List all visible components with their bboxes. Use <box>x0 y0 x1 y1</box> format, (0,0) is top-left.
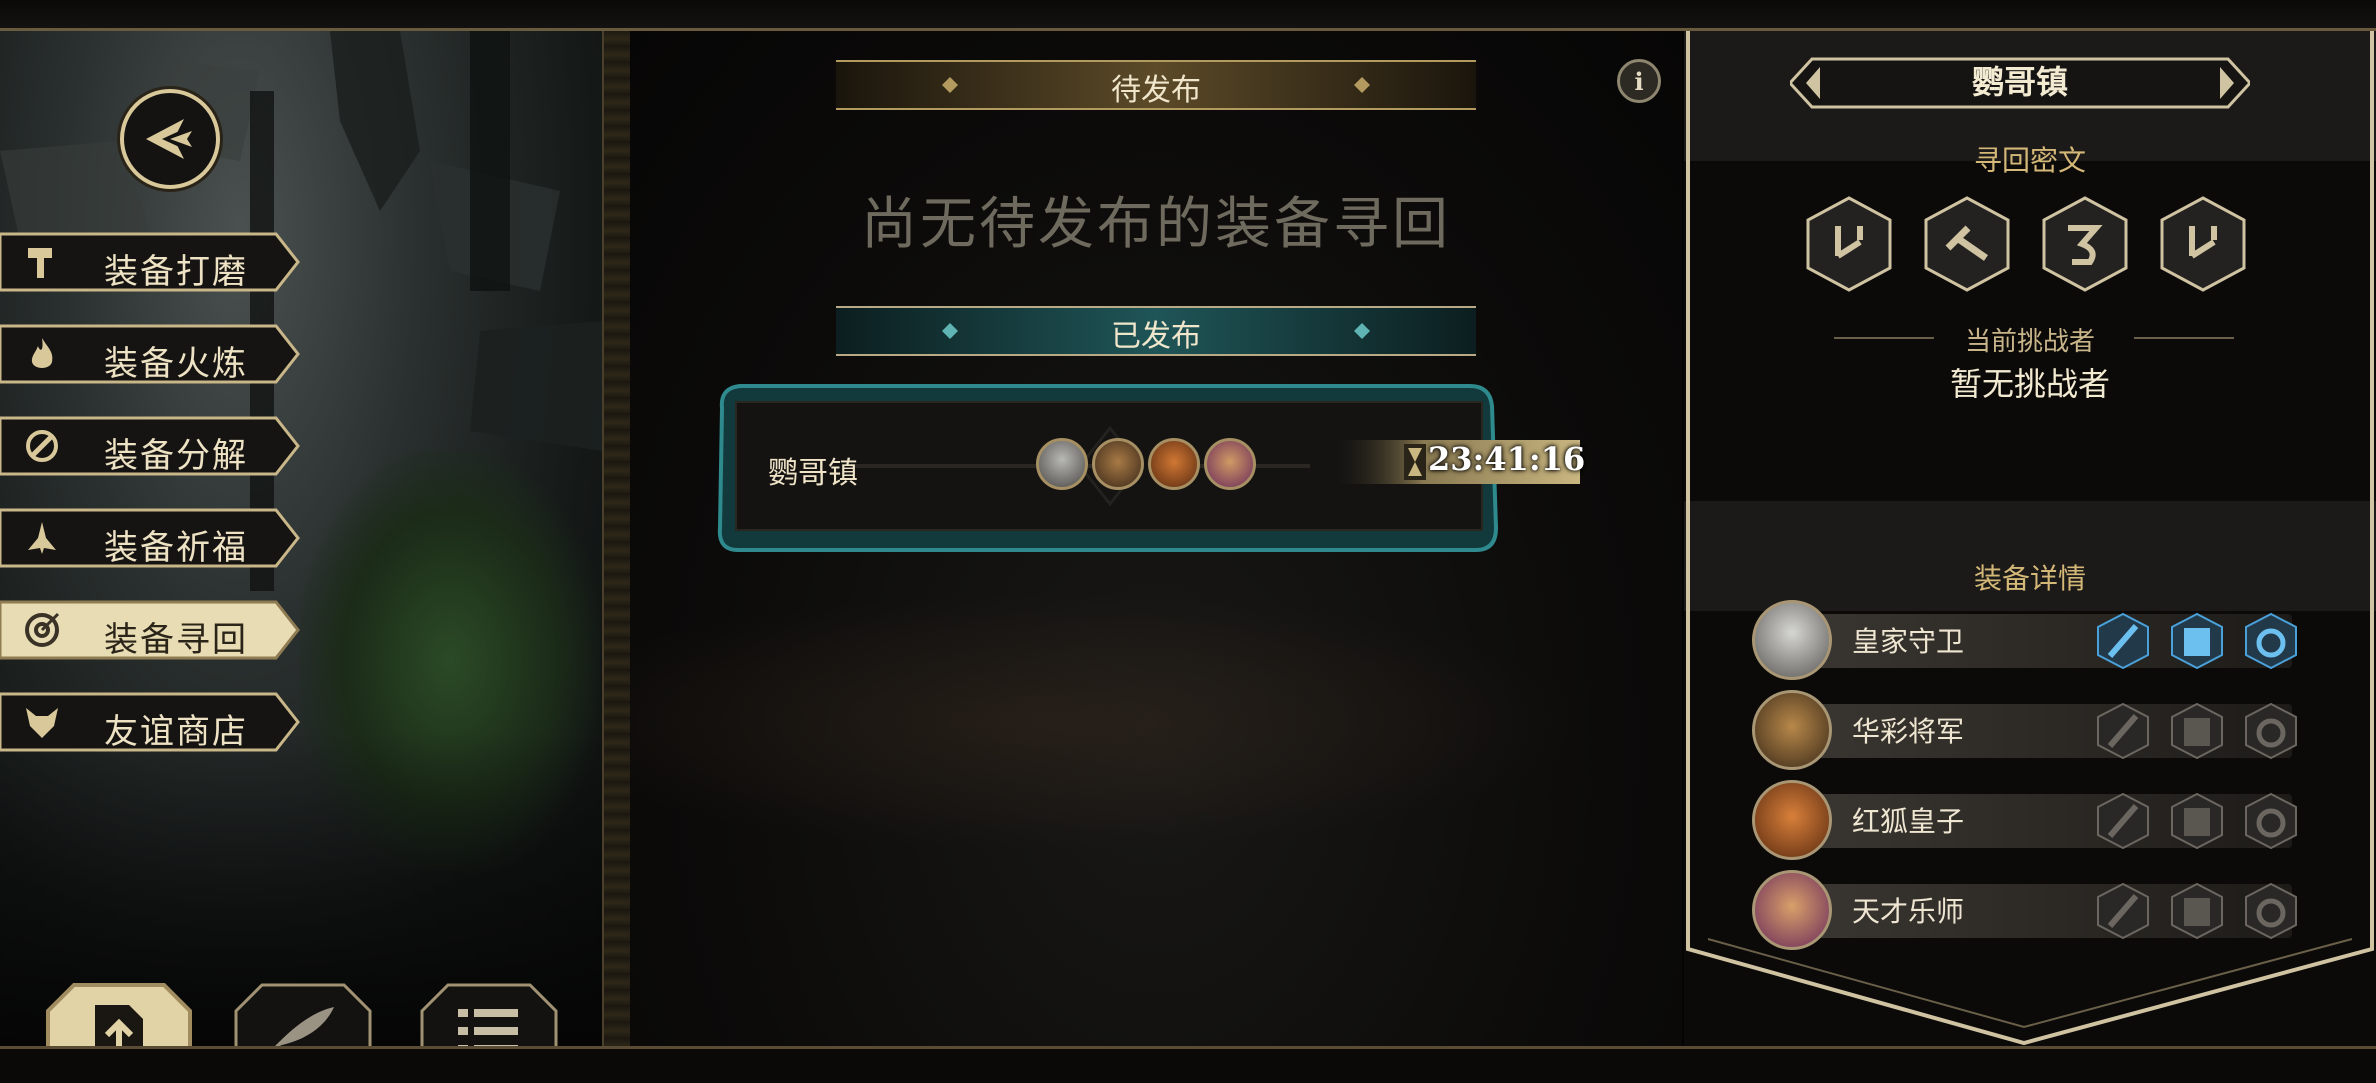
challenger-value: 暂无挑战者 <box>1949 365 2110 403</box>
published-quest-card[interactable]: 鹦哥镇 23:41:16 <box>710 378 1585 562</box>
tab-publish[interactable] <box>44 981 192 1046</box>
menu-label: 友谊商店 <box>104 712 248 752</box>
ring-slot-icon[interactable] <box>2244 612 2298 670</box>
hourglass-icon <box>1404 444 1426 480</box>
rune-3-icon <box>2042 196 2128 292</box>
sword-slot-icon[interactable] <box>2096 792 2150 850</box>
menu-item-disassemble[interactable]: 装备分解 <box>0 416 300 476</box>
menu-item-shop[interactable]: 友谊商店 <box>0 692 300 752</box>
rune-2-icon <box>1924 196 2010 292</box>
left-panel: 装备打磨 装备火炼 装备分解 装备祈福 装备寻回 友谊商店 <box>0 31 602 1046</box>
ring-slot-icon[interactable] <box>2244 882 2298 940</box>
hero-name: 华彩将军 <box>1852 715 1965 748</box>
armor-slot-icon[interactable] <box>2170 792 2224 850</box>
hero-row[interactable]: 红狐皇子 <box>1752 780 2297 860</box>
tab-list[interactable] <box>418 981 558 1046</box>
quest-portraits <box>1036 438 1256 490</box>
pending-banner: 待发布 <box>836 57 1476 113</box>
back-button[interactable] <box>120 89 220 189</box>
ring-slot-icon[interactable] <box>2244 792 2298 850</box>
location-title: 鹦哥镇 <box>1971 63 2068 101</box>
sword-slot-icon[interactable] <box>2096 882 2150 940</box>
hero-avatar <box>1752 780 1832 860</box>
quest-location: 鹦哥镇 <box>768 456 858 491</box>
hero-row[interactable]: 天才乐师 <box>1752 870 2297 950</box>
ornate-divider <box>602 31 632 1046</box>
hammer-icon <box>28 248 52 278</box>
hero-avatar <box>1752 600 1832 680</box>
armor-slot-icon[interactable] <box>2170 702 2224 760</box>
sword-slot-icon[interactable] <box>2096 612 2150 670</box>
challenger-label: 当前挑战者 <box>1964 327 2095 357</box>
ring-slot-icon[interactable] <box>2244 702 2298 760</box>
published-title: 已发布 <box>1111 319 1201 354</box>
hero-name: 天才乐师 <box>1852 895 1965 928</box>
menu-label: 装备打磨 <box>104 252 248 292</box>
hero-name: 皇家守卫 <box>1852 625 1965 658</box>
menu-item-retrieve[interactable]: 装备寻回 <box>0 600 300 660</box>
menu-label: 装备分解 <box>104 436 248 476</box>
quest-timer: 23:41:16 <box>1340 438 1585 486</box>
rune-1-icon <box>1806 196 1892 292</box>
flame-icon <box>31 338 53 368</box>
menu-label: 装备火炼 <box>104 344 248 384</box>
pray-hands-icon <box>28 522 56 554</box>
right-panel: 鹦哥镇 寻回密文 当前挑战者 暂无挑战者 装备详情 皇家守卫 华彩将军 红狐皇子… <box>1684 31 2376 1046</box>
hero-avatar <box>1752 870 1832 950</box>
menu-item-polish[interactable]: 装备打磨 <box>0 232 300 292</box>
equipment-title: 装备详情 <box>1973 562 2086 595</box>
menu-item-forge[interactable]: 装备火炼 <box>0 324 300 384</box>
armor-slot-icon[interactable] <box>2170 882 2224 940</box>
fox-portrait <box>1148 438 1200 490</box>
quill-icon <box>275 1007 334 1046</box>
musician-portrait <box>1204 438 1256 490</box>
tab-quill[interactable] <box>232 981 372 1046</box>
menu-label: 装备寻回 <box>104 620 248 660</box>
info-button[interactable]: i <box>1617 59 1661 103</box>
published-banner: 已发布 <box>836 303 1476 359</box>
menu-label: 装备祈福 <box>104 528 248 568</box>
timer-value: 23:41:16 <box>1428 440 1586 478</box>
top-frame <box>0 0 2376 31</box>
bottom-frame <box>0 1046 2376 1083</box>
sword-slot-icon[interactable] <box>2096 702 2150 760</box>
hero-row[interactable]: 皇家守卫 <box>1752 600 2297 680</box>
list-icon <box>458 1009 518 1046</box>
pending-title: 待发布 <box>1111 73 1201 108</box>
faded-characters-background <box>630 571 1682 871</box>
disassemble-icon <box>26 430 58 462</box>
cipher-title: 寻回密文 <box>1973 144 2086 177</box>
center-panel: 待发布 i 尚无待发布的装备寻回 已发布 鹦哥镇 23:41:16 <box>630 31 1682 1046</box>
rune-4-icon <box>2160 196 2246 292</box>
fox-head-icon <box>26 708 58 738</box>
info-icon: i <box>1634 66 1644 96</box>
general-portrait <box>1092 438 1144 490</box>
armor-slot-icon[interactable] <box>2170 612 2224 670</box>
empty-pending-message: 尚无待发布的装备寻回 <box>861 192 1451 257</box>
target-icon <box>25 612 60 647</box>
back-arrow-icon <box>146 119 192 159</box>
hero-row[interactable]: 华彩将军 <box>1752 690 2297 770</box>
cipher-runes <box>1806 196 2246 292</box>
hero-name: 红狐皇子 <box>1852 805 1965 838</box>
upload-icon <box>95 1005 143 1046</box>
knight-portrait <box>1036 438 1088 490</box>
hero-avatar <box>1752 690 1832 770</box>
menu-item-pray[interactable]: 装备祈福 <box>0 508 300 568</box>
